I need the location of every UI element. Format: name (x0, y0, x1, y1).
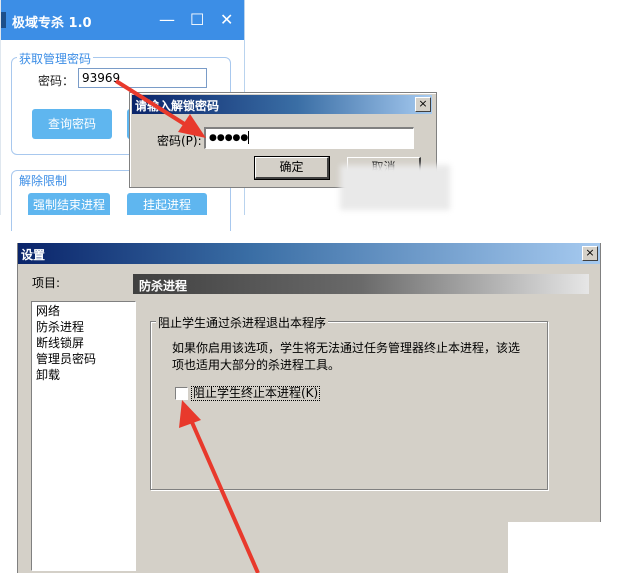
annotation-arrows (114, 79, 260, 573)
arrow-to-password-input (114, 79, 206, 138)
arrow-to-checkbox (179, 400, 260, 573)
